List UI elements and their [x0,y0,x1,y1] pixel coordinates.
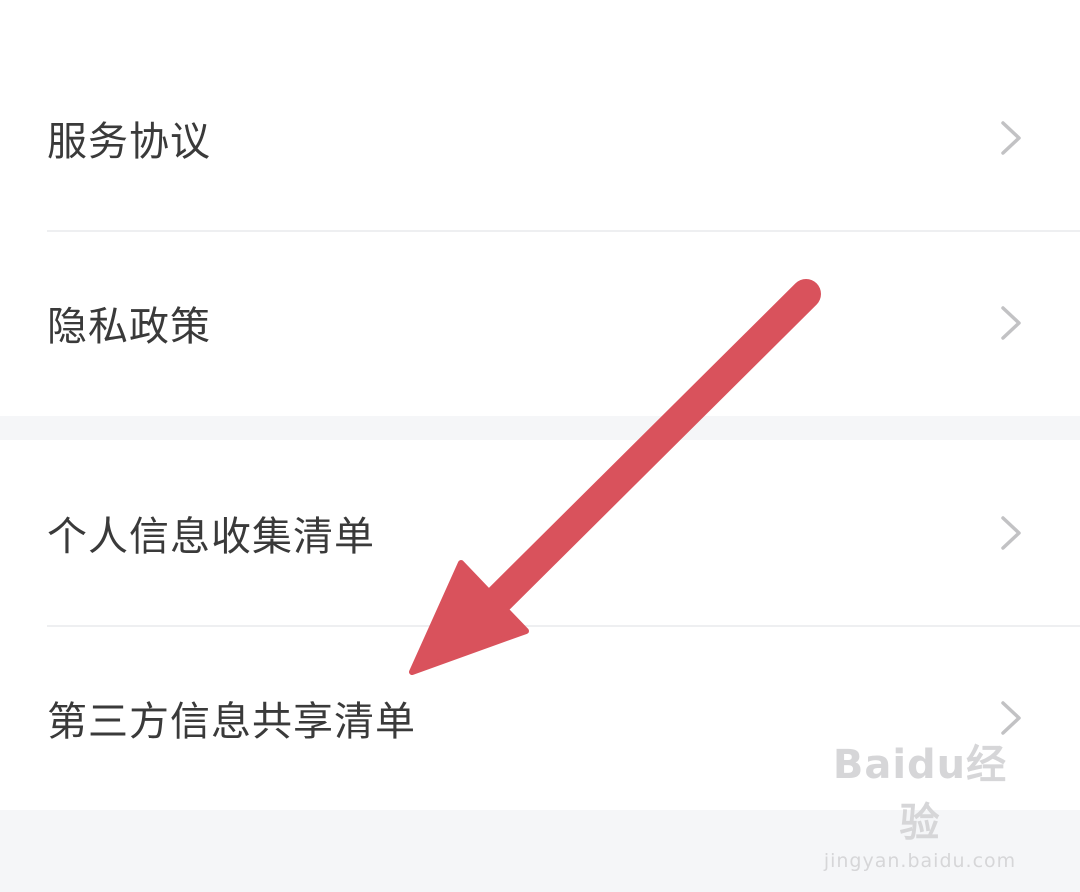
chevron-right-icon [1001,305,1021,340]
settings-screen: 服务协议 隐私政策 个人信息收集清单 第三方信息共享清单 Baidu经验 jin… [0,0,1080,892]
settings-item-service-agreement[interactable]: 服务协议 [0,45,1080,230]
settings-item-label: 第三方信息共享清单 [47,698,416,745]
settings-item-privacy-policy[interactable]: 隐私政策 [0,230,1080,415]
watermark-logo: Baidu经验 [832,742,1008,846]
chevron-right-icon [1001,515,1021,550]
settings-group-legal: 服务协议 隐私政策 [0,0,1080,416]
watermark-url: jingyan.baidu.com [823,850,1017,872]
chevron-right-icon [1001,700,1021,735]
settings-item-label: 隐私政策 [47,303,211,350]
chevron-right-icon [1001,120,1021,155]
settings-item-label: 服务协议 [47,118,211,165]
settings-item-label: 个人信息收集清单 [47,513,375,560]
baidu-jingyan-watermark: Baidu经验 jingyan.baidu.com [820,732,1020,872]
settings-item-personal-info-list[interactable]: 个人信息收集清单 [0,440,1080,625]
